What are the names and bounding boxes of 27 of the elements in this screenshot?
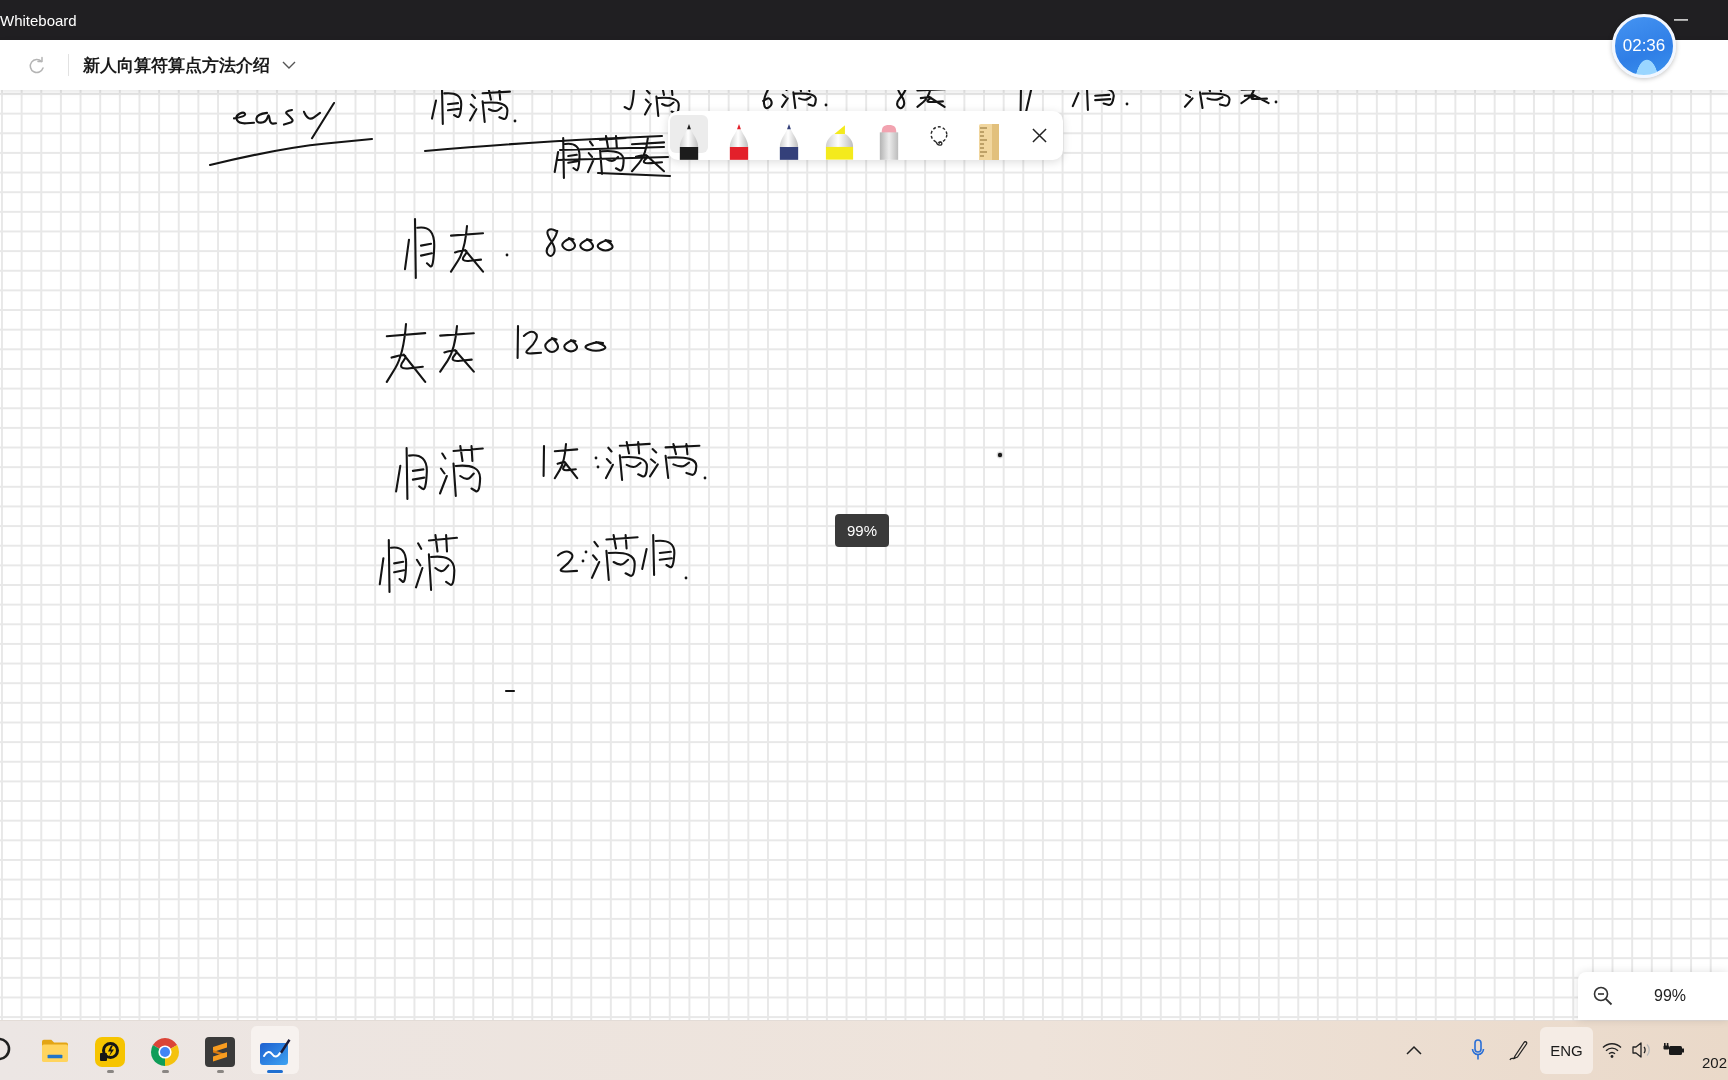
- language-button[interactable]: ENG: [1539, 1026, 1593, 1074]
- document-title-button[interactable]: 新人向算符算点方法介绍: [83, 53, 296, 77]
- wifi-icon[interactable]: [1601, 1042, 1622, 1058]
- window-title: Whiteboard: [0, 11, 77, 29]
- speaker-icon[interactable]: [1630, 1041, 1653, 1059]
- lasso-icon: [928, 124, 950, 147]
- whiteboard-icon: [259, 1037, 291, 1067]
- battery-icon[interactable]: [1662, 1042, 1685, 1058]
- pen-icon[interactable]: [1508, 1039, 1529, 1061]
- whiteboard-canvas[interactable]: 99% 99%: [0, 90, 1728, 1020]
- zoom-out-button[interactable]: [1592, 985, 1614, 1007]
- s-logo-icon: [205, 1037, 235, 1067]
- ruler-icon: [978, 124, 1000, 160]
- zoom-level[interactable]: 99%: [1654, 987, 1687, 1005]
- cursor-dot-icon: [996, 451, 1004, 459]
- clock-text[interactable]: 202: [1701, 1054, 1727, 1071]
- eraser-icon: [878, 123, 900, 160]
- app-logo-icon: [95, 1037, 125, 1067]
- zoom-out-icon: [1593, 986, 1613, 1006]
- chevron-up-icon[interactable]: [1405, 1045, 1422, 1055]
- chevron-down-icon: [282, 61, 296, 69]
- mic-icon[interactable]: [1470, 1039, 1485, 1061]
- close-icon: [1031, 128, 1047, 143]
- zoom-tooltip: 99%: [835, 514, 890, 547]
- redo-icon: [28, 56, 46, 74]
- folder-icon: [40, 1037, 70, 1063]
- circle-logo-icon: [150, 1037, 180, 1067]
